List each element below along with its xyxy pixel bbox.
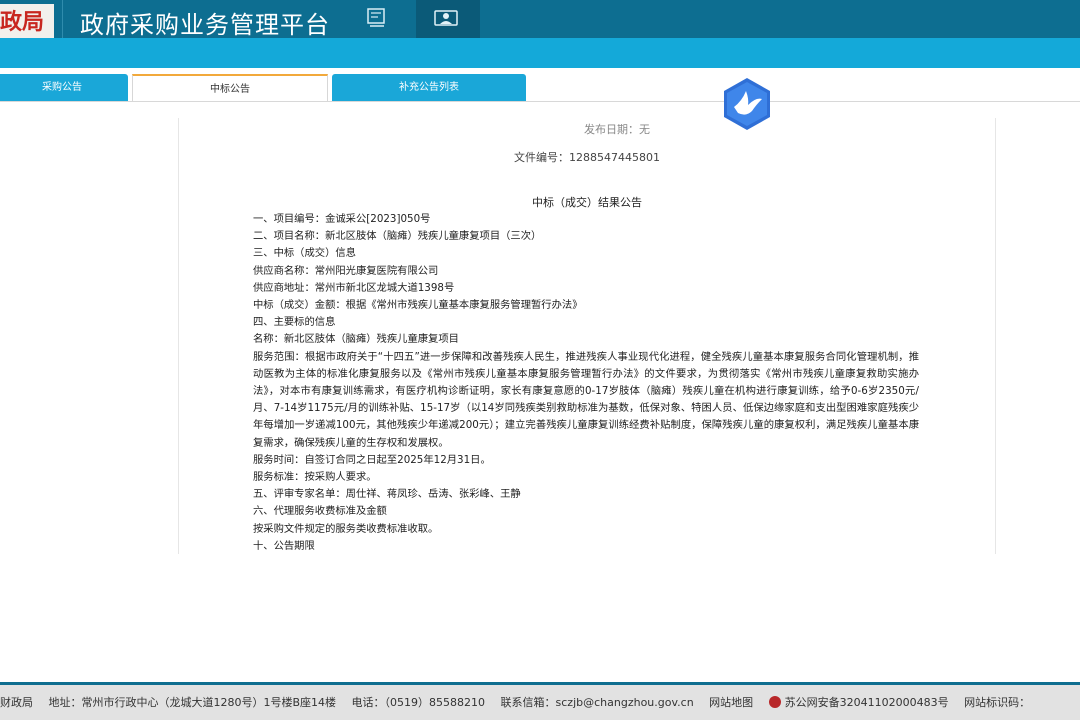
user-card-icon <box>434 10 458 26</box>
site-logo: 政局 <box>0 4 54 38</box>
tab-supplement-list[interactable]: 补充公告列表 <box>332 74 526 101</box>
footer-police-record[interactable]: 苏公网安备32041102000483号 <box>768 696 949 709</box>
footer-email: 联系信箱：sczjb@changzhou.gov.cn <box>500 696 694 709</box>
publish-date: 发布日期：无 <box>584 123 650 136</box>
tab-procurement-notice[interactable]: 采购公告 <box>0 74 128 101</box>
police-record-text: 苏公网安备32041102000483号 <box>784 696 949 709</box>
footer-bar: 财政局 地址：常州市行政中心（龙城大道1280号）1号楼B座14楼 电话：（05… <box>0 682 1080 720</box>
platform-title: 政府采购业务管理平台 <box>80 11 330 38</box>
file-number: 文件编号：1288547445801 <box>179 149 995 165</box>
tab-underline <box>0 101 1080 102</box>
footer-address: 地址：常州市行政中心（龙城大道1280号）1号楼B座14楼 <box>48 696 337 709</box>
notice-body: 一、项目编号：金诚采公[2023]050号 二、项目名称：新北区肢体（脑瘫）残疾… <box>253 213 919 552</box>
footer-org: 财政局 <box>0 696 33 709</box>
header-divider <box>62 0 63 38</box>
file-number-label: 文件编号： <box>514 151 569 164</box>
notice-title: 中标（成交）结果公告 <box>532 196 642 209</box>
header-nav-user[interactable] <box>416 0 480 38</box>
footer-sitemap-link[interactable]: 网站地图 <box>709 696 753 709</box>
header-nav-document[interactable] <box>348 0 408 38</box>
document-icon <box>367 8 385 27</box>
tab-award-notice[interactable]: 中标公告 <box>132 74 328 101</box>
footer-site-id: 网站标识码： <box>964 696 1031 709</box>
dove-badge-icon[interactable] <box>722 77 772 131</box>
footer-phone: 电话：（0519）85588210 <box>351 696 486 709</box>
police-badge-icon <box>768 696 781 708</box>
top-header: 政局 政府采购业务管理平台 <box>0 0 1080 38</box>
file-number-value: 1288547445801 <box>569 151 660 164</box>
notice-document: 发布日期：无 文件编号：1288547445801 中标（成交）结果公告 一、项… <box>178 118 996 554</box>
blue-band <box>0 38 1080 68</box>
